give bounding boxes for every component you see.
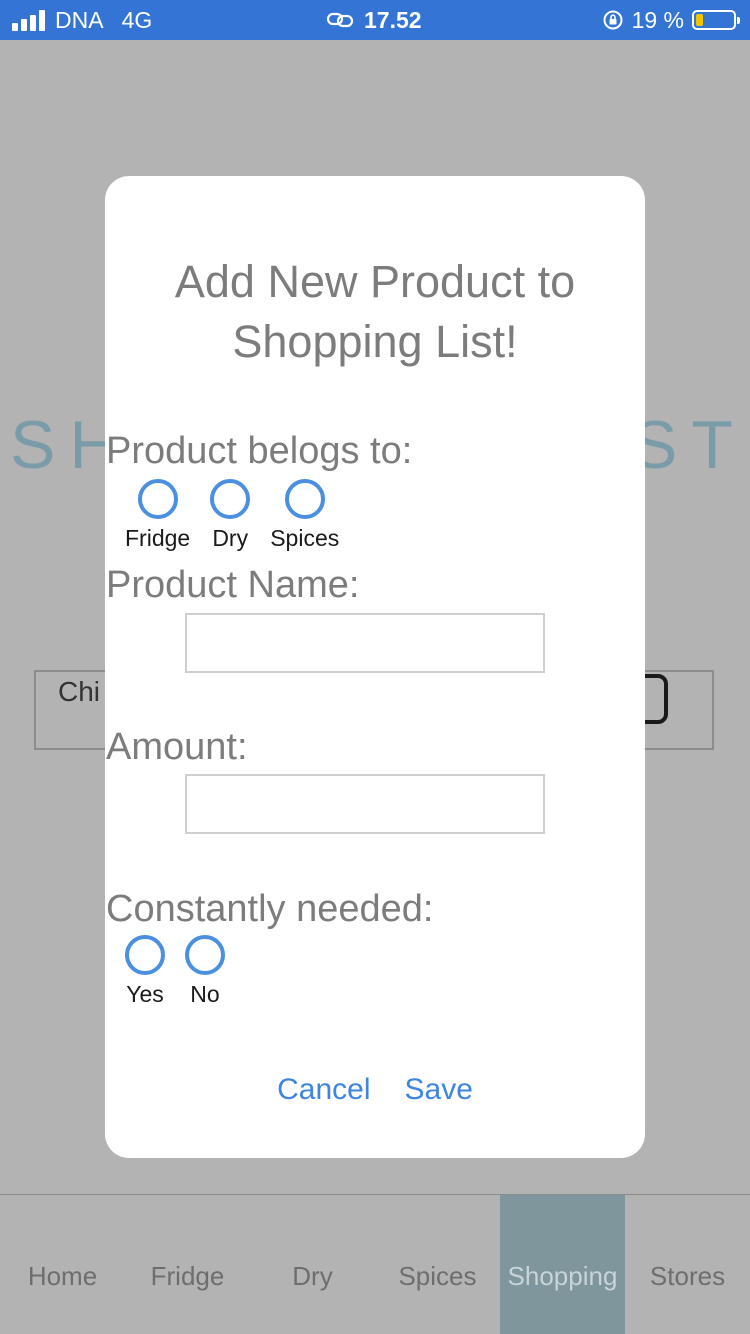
tab-shopping[interactable]: Shopping <box>500 1195 625 1334</box>
radio-fridge-label: Fridge <box>125 525 191 551</box>
network-type: 4G <box>121 6 153 33</box>
tab-stores[interactable]: Stores <box>625 1195 750 1334</box>
tab-spices[interactable]: Spices <box>375 1195 500 1334</box>
radio-spices-circle[interactable] <box>284 479 325 519</box>
rotation-lock-icon <box>603 10 623 30</box>
category-label: Product belogs to: <box>106 430 413 472</box>
link-icon <box>326 12 354 28</box>
product-name-input[interactable] <box>185 613 545 673</box>
modal-actions: Cancel Save <box>105 1073 645 1107</box>
radio-dry-circle[interactable] <box>210 479 251 519</box>
constantly-needed-label: Constantly needed: <box>106 888 434 930</box>
constantly-needed-radio-group: Yes No <box>125 935 225 1008</box>
radio-fridge[interactable]: Fridge <box>125 479 190 552</box>
radio-no[interactable]: No <box>185 935 225 1008</box>
battery-percent: 19 % <box>631 6 684 33</box>
clock: 17.52 <box>364 6 422 33</box>
product-name-label: Product Name: <box>106 564 360 606</box>
amount-label: Amount: <box>106 726 248 768</box>
radio-dry-label: Dry <box>212 525 249 551</box>
radio-spices[interactable]: Spices <box>270 479 339 552</box>
radio-no-label: No <box>190 981 220 1007</box>
radio-fridge-circle[interactable] <box>137 479 178 519</box>
tab-fridge[interactable]: Fridge <box>125 1195 250 1334</box>
category-radio-group: Fridge Dry Spices <box>125 479 339 552</box>
background-title-right: ST <box>632 407 747 483</box>
radio-dry[interactable]: Dry <box>210 479 251 552</box>
radio-yes[interactable]: Yes <box>125 935 165 1008</box>
radio-yes-circle[interactable] <box>125 935 165 975</box>
tab-home[interactable]: Home <box>0 1195 125 1334</box>
carrier-name: DNA <box>55 6 104 33</box>
radio-no-circle[interactable] <box>185 935 225 975</box>
tab-bar: Home Fridge Dry Spices Shopping Stores <box>0 1194 750 1334</box>
cancel-button[interactable]: Cancel <box>277 1073 370 1107</box>
save-button[interactable]: Save <box>405 1073 473 1107</box>
amount-input[interactable] <box>185 774 545 834</box>
battery-icon <box>692 10 740 30</box>
background-list-item-label: Chi <box>58 676 101 707</box>
status-bar: DNA 4G 17.52 19 % <box>0 0 750 40</box>
tab-dry[interactable]: Dry <box>250 1195 375 1334</box>
add-product-modal: Add New Product to Shopping List! Produc… <box>105 176 645 1158</box>
radio-yes-label: Yes <box>126 981 164 1007</box>
radio-spices-label: Spices <box>270 525 340 551</box>
signal-icon <box>12 9 45 31</box>
modal-title: Add New Product to Shopping List! <box>174 256 576 367</box>
